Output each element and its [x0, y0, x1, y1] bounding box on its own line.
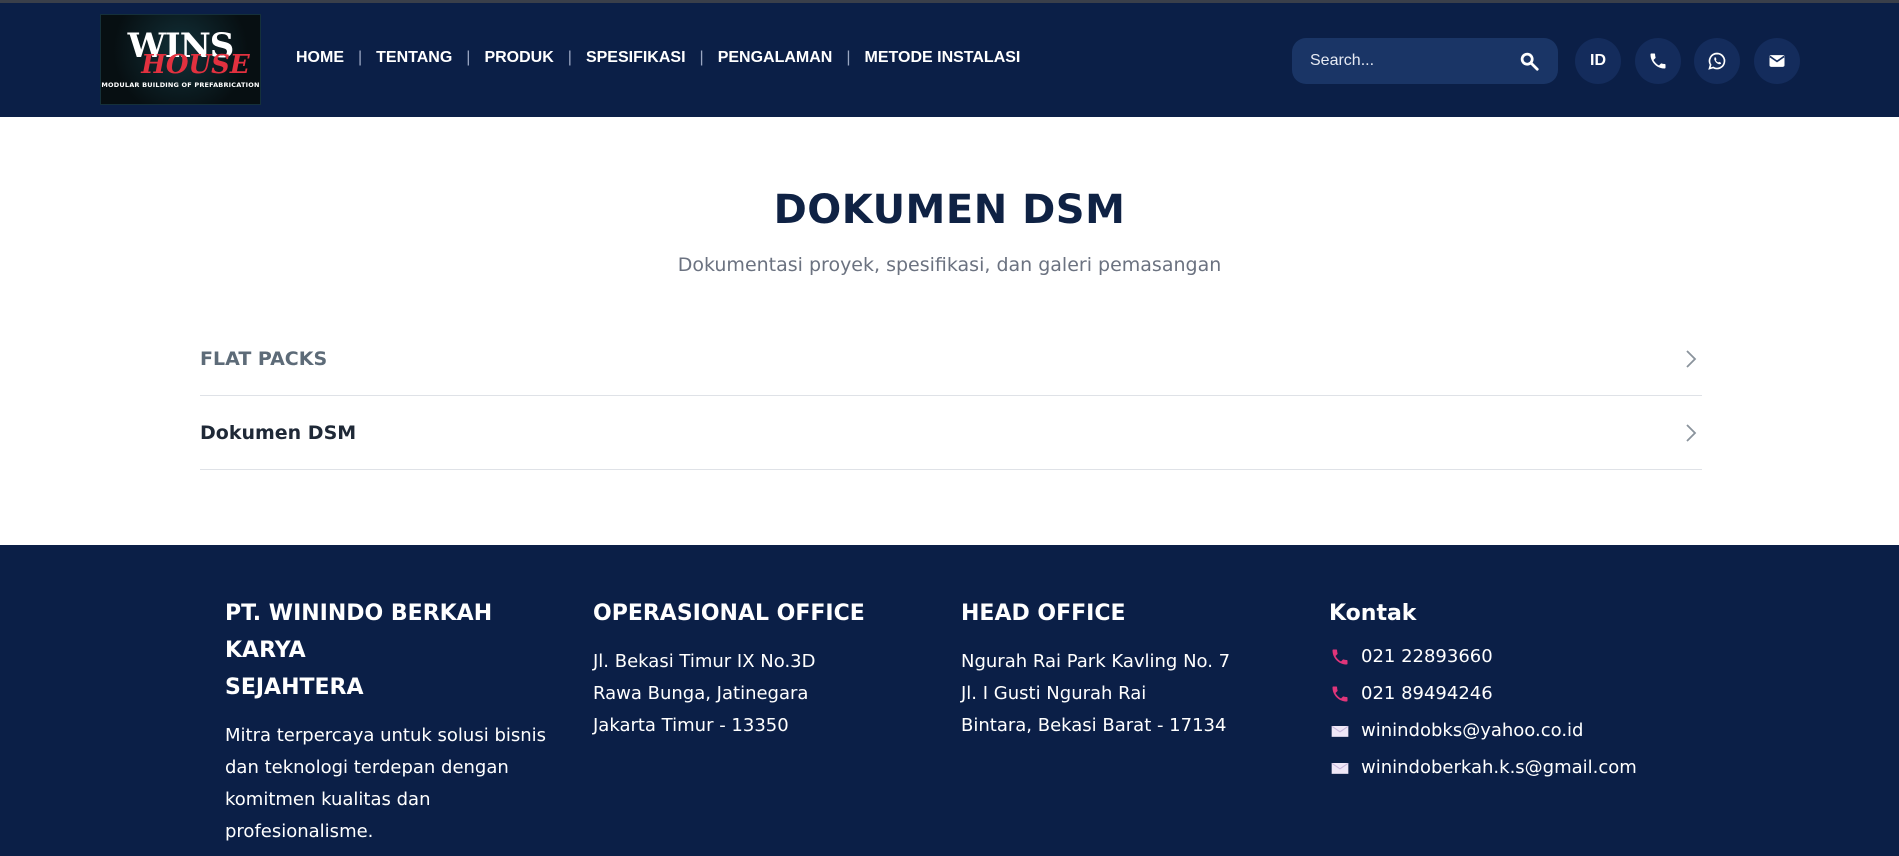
nav-spesifikasi[interactable]: SPESIFIKASI — [586, 49, 686, 67]
chevron-right-icon — [1686, 423, 1697, 442]
logo-tagline: MODULAR BUILDING OF PREFABRICATION — [101, 80, 260, 89]
footer-company-title: PT. WININDO BERKAH KARYA SEJAHTERA — [225, 595, 565, 706]
footer-head-office: HEAD OFFICE Ngurah Rai Park Kavling No. … — [961, 595, 1301, 742]
footer-contact: Kontak 021 22893660 021 89494246 winindo… — [1329, 595, 1689, 786]
contact-list: 021 22893660 021 89494246 winindobks@yah… — [1329, 638, 1689, 786]
address-line: Ngurah Rai Park Kavling No. 7 — [961, 651, 1231, 672]
phone-icon — [1650, 53, 1666, 69]
nav-tentang[interactable]: TENTANG — [376, 49, 452, 67]
nav-separator: | — [466, 49, 471, 66]
phone-number: 021 22893660 — [1361, 646, 1493, 667]
accordion-label: FLAT PACKS — [200, 347, 328, 370]
mail-icon — [1769, 55, 1785, 67]
contact-phone-2[interactable]: 021 89494246 — [1329, 675, 1689, 712]
search-box — [1292, 38, 1558, 84]
nav-pengalaman[interactable]: PENGALAMAN — [718, 49, 833, 67]
description-line: profesionalisme. — [225, 821, 374, 842]
mail-icon — [1331, 725, 1349, 737]
email-address: winindobks@yahoo.co.id — [1361, 720, 1584, 741]
chevron-right-icon — [1686, 349, 1697, 368]
page-title: DOKUMEN DSM — [773, 187, 1126, 233]
address-line: Bintara, Bekasi Barat - 17134 — [961, 715, 1227, 736]
nav-metode-instalasi[interactable]: METODE INSTALASI — [865, 49, 1021, 67]
logo-sub: HOUSE — [141, 49, 250, 80]
site-footer: PT. WININDO BERKAH KARYA SEJAHTERA Mitra… — [0, 545, 1899, 856]
address-line: Jl. I Gusti Ngurah Rai — [961, 683, 1147, 704]
phone-icon — [1332, 686, 1348, 701]
description-line: komitmen kualitas dan — [225, 789, 431, 810]
phone-icon — [1332, 649, 1348, 664]
email-button[interactable] — [1754, 38, 1800, 84]
whatsapp-button[interactable] — [1694, 38, 1740, 84]
footer-operational-office: OPERASIONAL OFFICE Jl. Bekasi Timur IX N… — [593, 595, 933, 742]
accordion-item-flat-packs[interactable]: FLAT PACKS — [200, 322, 1702, 396]
contact-email-2[interactable]: winindoberkah.k.s@gmail.com — [1329, 749, 1689, 786]
description-line: dan teknologi terdepan dengan — [225, 757, 509, 778]
page-subtitle: Dokumentasi proyek, spesifikasi, dan gal… — [677, 254, 1222, 276]
email-address: winindoberkah.k.s@gmail.com — [1361, 757, 1637, 778]
main-nav: HOME | TENTANG | PRODUK | SPESIFIKASI | … — [296, 49, 1020, 67]
company-title-line: PT. WININDO BERKAH KARYA — [225, 601, 493, 663]
site-header: WINS HOUSE MODULAR BUILDING OF PREFABRIC… — [0, 3, 1899, 117]
site-logo[interactable]: WINS HOUSE MODULAR BUILDING OF PREFABRIC… — [100, 14, 261, 105]
contact-email-1[interactable]: winindobks@yahoo.co.id — [1329, 712, 1689, 749]
nav-separator: | — [846, 49, 851, 66]
footer-operational-address: Jl. Bekasi Timur IX No.3D Rawa Bunga, Ja… — [593, 646, 933, 742]
footer-company: PT. WININDO BERKAH KARYA SEJAHTERA Mitra… — [225, 595, 565, 848]
description-line: Mitra terpercaya untuk solusi bisnis — [225, 725, 547, 746]
address-line: Jl. Bekasi Timur IX No.3D — [593, 651, 816, 672]
address-line: Rawa Bunga, Jatinegara — [593, 683, 809, 704]
nav-home[interactable]: HOME — [296, 49, 344, 67]
nav-separator: | — [567, 49, 572, 66]
search-input[interactable] — [1310, 52, 1518, 70]
language-label: ID — [1590, 52, 1606, 69]
phone-button[interactable] — [1635, 38, 1681, 84]
address-line: Jakarta Timur - 13350 — [593, 715, 789, 736]
footer-company-description: Mitra terpercaya untuk solusi bisnis dan… — [225, 720, 565, 848]
footer-contact-title: Kontak — [1329, 601, 1417, 626]
main-content: DOKUMEN DSM Dokumentasi proyek, spesifik… — [0, 117, 1899, 545]
mail-icon — [1331, 762, 1349, 774]
document-accordion: FLAT PACKS Dokumen DSM — [200, 322, 1702, 470]
nav-separator: | — [358, 49, 363, 66]
language-button[interactable]: ID — [1575, 38, 1621, 84]
company-title-line: SEJAHTERA — [225, 675, 364, 700]
nav-separator: | — [699, 49, 704, 66]
phone-number: 021 89494246 — [1361, 683, 1493, 704]
accordion-label: Dokumen DSM — [200, 421, 357, 444]
footer-operational-title: OPERASIONAL OFFICE — [593, 601, 865, 626]
whatsapp-icon — [1708, 52, 1726, 70]
contact-phone-1[interactable]: 021 22893660 — [1329, 638, 1689, 675]
footer-head-title: HEAD OFFICE — [961, 601, 1126, 626]
accordion-item-dokumen-dsm[interactable]: Dokumen DSM — [200, 396, 1702, 470]
footer-head-address: Ngurah Rai Park Kavling No. 7 Jl. I Gust… — [961, 646, 1301, 742]
search-icon[interactable] — [1518, 50, 1540, 72]
nav-produk[interactable]: PRODUK — [484, 49, 553, 67]
